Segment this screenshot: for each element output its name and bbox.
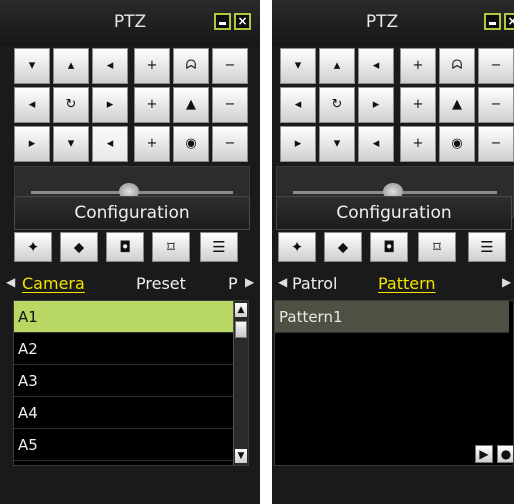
center-icon[interactable]: ⌑ xyxy=(418,232,456,262)
close-icon[interactable]: × xyxy=(504,13,514,30)
zoom-plus-button[interactable]: + xyxy=(134,48,170,84)
tilt-down-button[interactable]: ▾ xyxy=(319,126,355,162)
tab-patrol-partial[interactable]: P xyxy=(228,274,238,293)
footer-area xyxy=(0,470,260,504)
minimize-icon[interactable] xyxy=(214,13,231,30)
focus-plus-button[interactable]: + xyxy=(400,87,436,123)
iris-plus-button[interactable]: + xyxy=(134,126,170,162)
pan-down-left-button[interactable]: ▾ xyxy=(280,48,316,84)
list-item[interactable]: Pattern1 xyxy=(275,301,509,333)
ptz-panel-left: PTZ × ▾ ▴ ◂ + ᗣ − ◂ ↻ ▸ + ▲ − ▸ ▾ ◂ + ◉ … xyxy=(0,0,260,504)
footer-area xyxy=(272,470,514,504)
wiper-icon[interactable]: ⬥ xyxy=(60,232,98,262)
pan-down-left-button-2[interactable]: ▸ xyxy=(280,126,316,162)
light-icon[interactable]: ✦ xyxy=(278,232,316,262)
tab-bar: ◀ Patrol Pattern ▶ xyxy=(272,270,514,300)
ptz-panel-right: PTZ × ▾ ▴ ◂ + ᗣ − ◂ ↻ ▸ + ▲ − ▸ ▾ ◂ + ◉ … xyxy=(272,0,514,504)
list-scrollbar[interactable]: ▲ ▼ xyxy=(233,301,248,465)
pan-down-left-button[interactable]: ▾ xyxy=(14,48,50,84)
zoom-icon: ᗣ xyxy=(439,48,475,84)
pan-up-right-button[interactable]: ◂ xyxy=(92,48,128,84)
list-item[interactable]: A5 xyxy=(14,429,248,461)
tilt-up-button[interactable]: ▴ xyxy=(53,48,89,84)
tab-camera[interactable]: Camera xyxy=(22,274,85,293)
pan-right-button[interactable]: ▸ xyxy=(358,87,394,123)
zoom-plus-button[interactable]: + xyxy=(400,48,436,84)
focus-plus-button[interactable]: + xyxy=(134,87,170,123)
chevron-right-icon[interactable]: ▶ xyxy=(502,275,511,289)
record-pattern-button[interactable]: ● xyxy=(497,445,513,463)
wiper-icon[interactable]: ⬥ xyxy=(324,232,362,262)
pan-down-right-button[interactable]: ◂ xyxy=(92,126,128,162)
list-item[interactable]: A4 xyxy=(14,397,248,429)
list-item[interactable]: A1 xyxy=(14,301,248,333)
title-bar: PTZ × xyxy=(272,0,514,46)
camera-list: A1 A2 A3 A4 A5 ▲ ▼ xyxy=(13,300,249,466)
pan-down-left-button-2[interactable]: ▸ xyxy=(14,126,50,162)
zoom-icon: ᗣ xyxy=(173,48,209,84)
area-zoom-icon[interactable]: ◘ xyxy=(370,232,408,262)
title-bar: PTZ × xyxy=(0,0,260,46)
menu-icon[interactable]: ☰ xyxy=(200,232,238,262)
pattern-list: Pattern1 ▶ ● xyxy=(274,300,514,466)
area-zoom-icon[interactable]: ◘ xyxy=(106,232,144,262)
zoom-minus-button[interactable]: − xyxy=(212,48,248,84)
iris-plus-button[interactable]: + xyxy=(400,126,436,162)
center-icon[interactable]: ⌑ xyxy=(152,232,190,262)
iris-icon: ◉ xyxy=(173,126,209,162)
close-icon[interactable]: × xyxy=(234,13,251,30)
minimize-icon[interactable] xyxy=(484,13,501,30)
scroll-thumb[interactable] xyxy=(235,321,247,338)
chevron-right-icon[interactable]: ▶ xyxy=(245,275,254,289)
tab-bar: ◀ Camera Preset P ▶ xyxy=(0,270,260,300)
iris-icon: ◉ xyxy=(439,126,475,162)
light-icon[interactable]: ✦ xyxy=(14,232,52,262)
pan-down-right-button[interactable]: ◂ xyxy=(358,126,394,162)
auto-rotate-button[interactable]: ↻ xyxy=(53,87,89,123)
auto-rotate-button[interactable]: ↻ xyxy=(319,87,355,123)
play-pattern-button[interactable]: ▶ xyxy=(475,445,493,463)
tilt-down-button[interactable]: ▾ xyxy=(53,126,89,162)
scroll-down-icon[interactable]: ▼ xyxy=(235,449,247,463)
focus-icon: ▲ xyxy=(439,87,475,123)
focus-minus-button[interactable]: − xyxy=(478,87,514,123)
focus-minus-button[interactable]: − xyxy=(212,87,248,123)
window-title: PTZ xyxy=(365,12,399,32)
iris-minus-button[interactable]: − xyxy=(212,126,248,162)
configuration-button[interactable]: Configuration xyxy=(276,196,512,230)
zoom-minus-button[interactable]: − xyxy=(478,48,514,84)
tilt-up-button[interactable]: ▴ xyxy=(319,48,355,84)
scroll-up-icon[interactable]: ▲ xyxy=(235,303,247,317)
tab-patrol[interactable]: Patrol xyxy=(292,274,337,293)
configuration-button[interactable]: Configuration xyxy=(14,196,250,230)
tab-pattern[interactable]: Pattern xyxy=(378,274,436,293)
pan-left-button[interactable]: ◂ xyxy=(280,87,316,123)
list-item[interactable]: A2 xyxy=(14,333,248,365)
pan-right-button[interactable]: ▸ xyxy=(92,87,128,123)
list-item[interactable]: A3 xyxy=(14,365,248,397)
chevron-left-icon[interactable]: ◀ xyxy=(278,275,287,289)
menu-icon[interactable]: ☰ xyxy=(468,232,506,262)
pan-up-right-button[interactable]: ◂ xyxy=(358,48,394,84)
pan-left-button[interactable]: ◂ xyxy=(14,87,50,123)
tab-preset[interactable]: Preset xyxy=(136,274,186,293)
focus-icon: ▲ xyxy=(173,87,209,123)
iris-minus-button[interactable]: − xyxy=(478,126,514,162)
chevron-left-icon[interactable]: ◀ xyxy=(6,275,15,289)
